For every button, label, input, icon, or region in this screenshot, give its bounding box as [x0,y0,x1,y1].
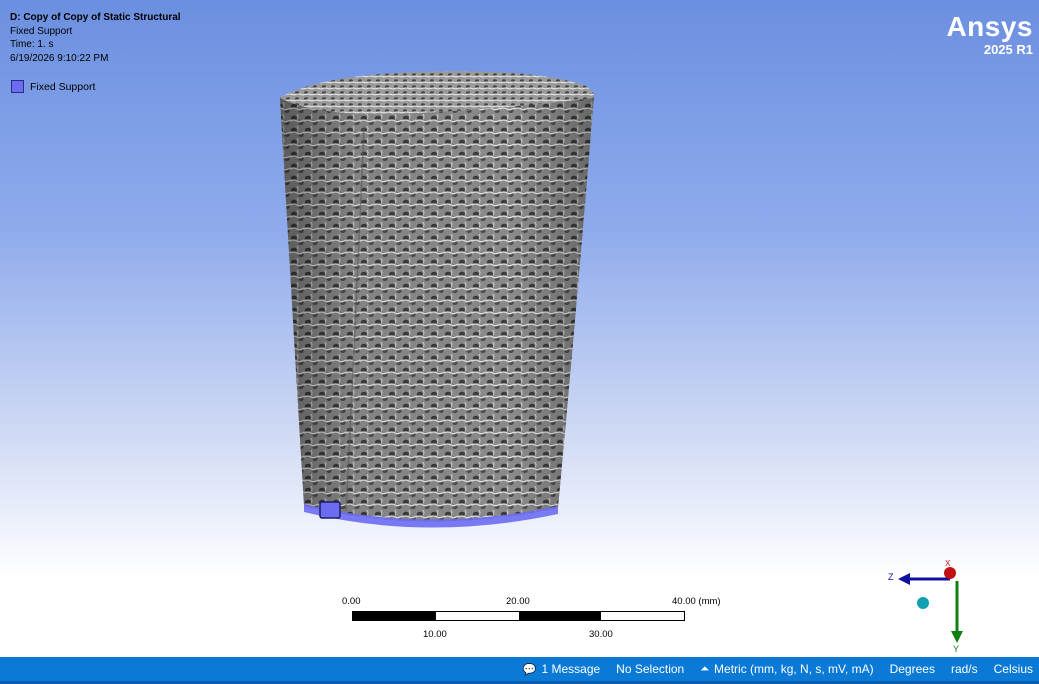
scale-label-30: 30.00 [589,629,613,640]
axis-x-label: X [945,559,951,568]
temperature-unit-label: Celsius [993,662,1033,676]
caret-up-icon: ⏶ [700,662,710,675]
brand-name: Ansys [946,11,1033,42]
unit-system-selector[interactable]: ⏶ Metric (mm, kg, N, s, mV, mA) [700,662,873,676]
angle-unit-label: Degrees [889,662,935,676]
selection-indicator: No Selection [616,662,684,676]
scale-segment [601,612,684,620]
selection-label: No Selection [616,662,685,676]
scale-label-0: 0.00 [342,596,361,607]
axis-z-label: Z [888,572,894,582]
fixed-support-legend: Fixed Support [11,80,95,93]
scale-label-20: 20.00 [506,596,530,607]
messages-label: 1 Message [541,662,601,676]
axis-triad[interactable]: Z X Y [884,557,984,653]
scale-segment [353,612,436,620]
timestamp: 6/19/2026 9:10:22 PM [10,52,109,64]
temperature-unit[interactable]: Celsius [994,662,1033,676]
rate-unit[interactable]: rad/s [951,662,978,676]
brand-version: 2025 R1 [983,42,1033,57]
scale-bar-graphic [352,611,685,621]
legend-swatch [11,80,24,93]
analysis-title: D: Copy of Copy of Static Structural [10,12,181,23]
time-label: Time: 1. s [10,39,54,50]
lattice-model[interactable] [276,66,606,536]
legend-label: Fixed Support [30,80,96,93]
rate-unit-label: rad/s [950,662,978,676]
messages-indicator[interactable]: 💬 1 Message [523,662,600,676]
message-icon: 💬 [522,663,537,676]
axis-y-label: Y [953,644,959,653]
graphics-viewport[interactable]: D: Copy of Copy of Static Structural Fix… [0,0,1039,657]
angle-unit[interactable]: Degrees [890,662,935,676]
unit-system-label: Metric (mm, kg, N, s, mV, mA) [714,662,874,676]
object-name: Fixed Support [10,25,73,37]
ansys-logo: Ansys 2025 R1 [946,11,1033,58]
scale-label-10: 10.00 [423,629,447,640]
status-bar: 💬 1 Message No Selection ⏶ Metric (mm, k… [0,657,1039,681]
scale-segment [435,612,519,620]
scale-label-40: 40.00 (mm) [672,596,721,607]
scale-bar: 0.00 20.00 40.00 (mm) 10.00 30.00 [335,596,735,646]
analysis-info: D: Copy of Copy of Static Structural Fix… [10,11,181,65]
scale-segment [518,612,602,620]
